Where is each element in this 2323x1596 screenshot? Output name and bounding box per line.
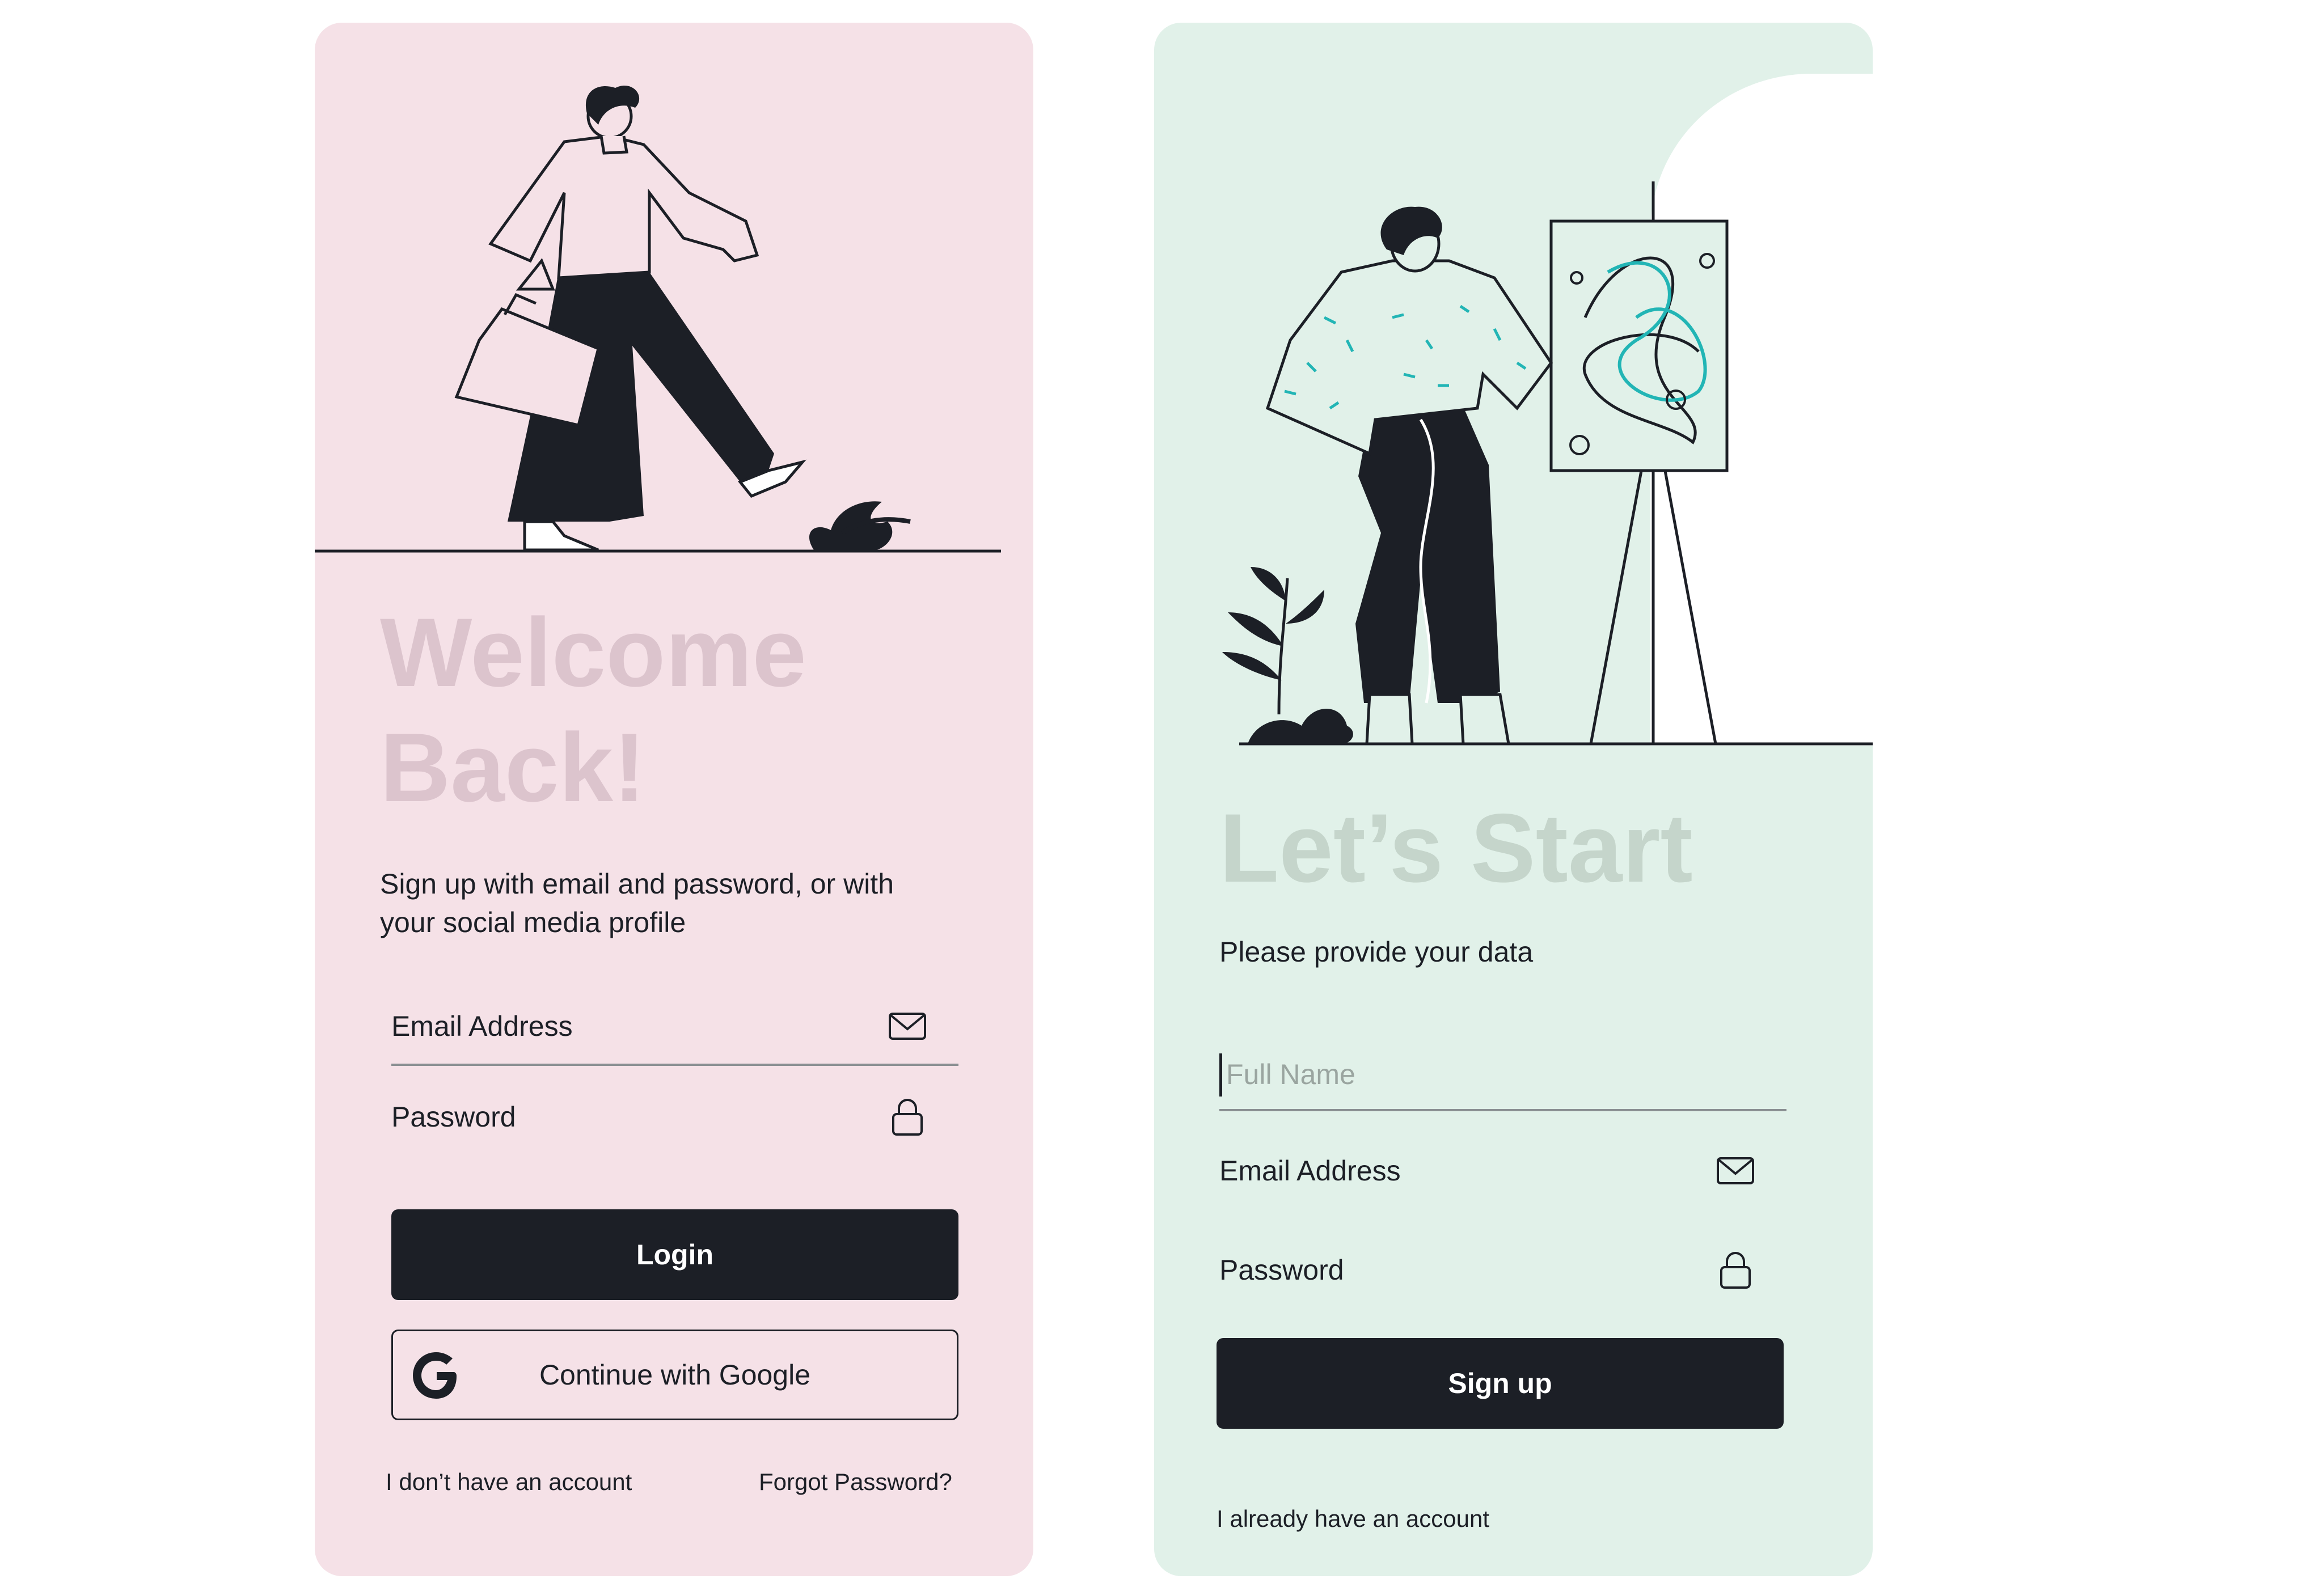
full-name-input[interactable]	[1219, 1049, 1786, 1100]
email-underline	[391, 1064, 958, 1066]
password-label: Password	[391, 1101, 516, 1133]
envelope-icon	[1717, 1157, 1754, 1184]
email-label: Email Address	[391, 1010, 573, 1042]
no-account-link[interactable]: I don’t have an account	[386, 1468, 632, 1496]
subtitle: Please provide your data	[1219, 936, 1534, 968]
email-field[interactable]: Email Address	[391, 987, 958, 1066]
password-label: Password	[1219, 1254, 1344, 1286]
subtitle-line-2: your social media profile	[380, 907, 686, 938]
login-card: Welcome Back! Sign up with email and pas…	[315, 23, 1033, 1576]
subtitle: Sign up with email and password, or with…	[380, 865, 1004, 942]
email-label: Email Address	[1219, 1155, 1401, 1187]
signup-button[interactable]: Sign up	[1217, 1338, 1784, 1429]
email-field[interactable]: Email Address	[1219, 1131, 1786, 1210]
lock-icon	[1720, 1252, 1751, 1289]
forgot-password-link[interactable]: Forgot Password?	[759, 1468, 952, 1496]
walking-person-illustration	[315, 85, 1001, 553]
subtitle-line-1: Sign up with email and password, or with	[380, 868, 894, 900]
google-button[interactable]: Continue with Google	[391, 1330, 958, 1420]
lock-icon	[892, 1099, 923, 1136]
password-field[interactable]: Password	[1219, 1230, 1786, 1310]
login-button[interactable]: Login	[391, 1209, 958, 1300]
page-title: Welcome Back!	[380, 595, 1004, 825]
envelope-icon	[889, 1013, 926, 1040]
signup-card: Let’s Start Please provide your data Ema…	[1154, 23, 1873, 1576]
google-button-label: Continue with Google	[539, 1359, 811, 1391]
full-name-field[interactable]	[1219, 1032, 1786, 1111]
title-line-1: Welcome	[380, 598, 806, 707]
painter-illustration	[1222, 74, 1873, 746]
page-title: Let’s Start	[1219, 794, 1693, 903]
title-line-2: Back!	[380, 713, 646, 822]
have-account-link[interactable]: I already have an account	[1217, 1505, 1489, 1533]
full-name-underline	[1219, 1109, 1786, 1111]
password-field[interactable]: Password	[391, 1077, 958, 1157]
